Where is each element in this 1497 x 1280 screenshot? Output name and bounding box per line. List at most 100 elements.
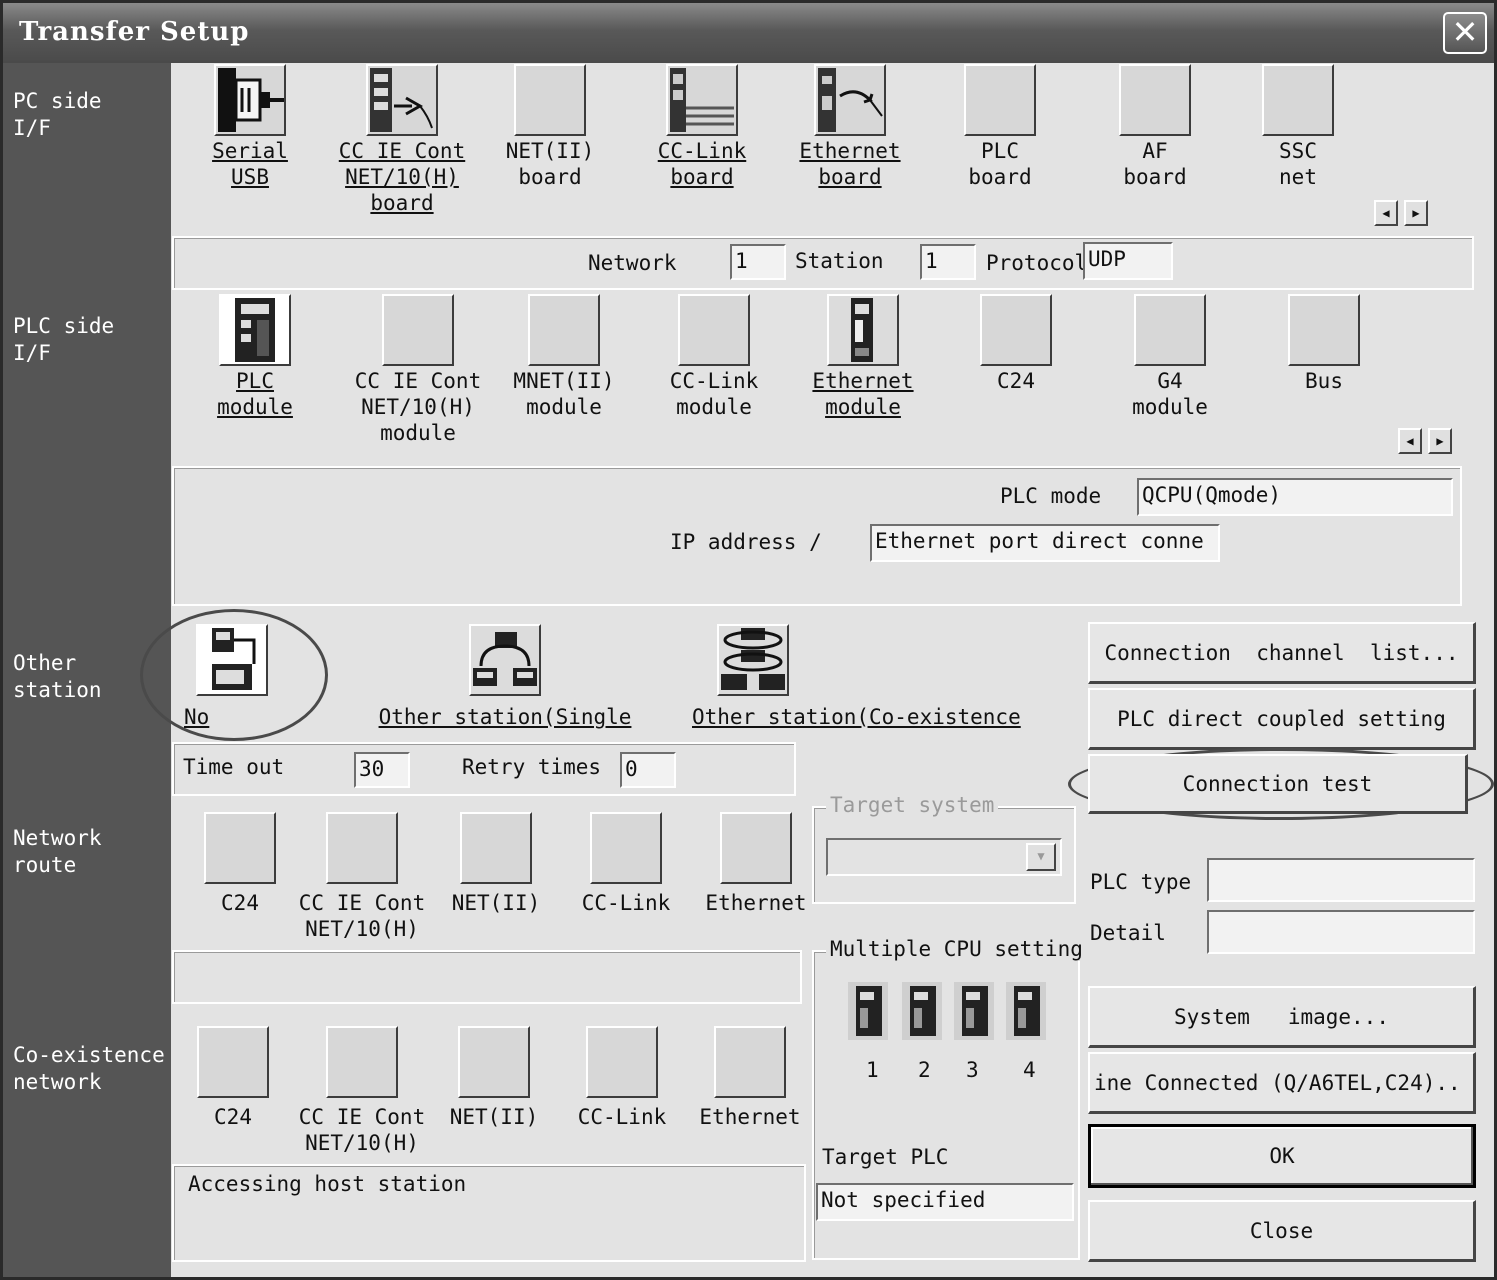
pc-item-label: CC-Link board	[657, 139, 747, 189]
coexistence-network-label: Co-existence network	[13, 1043, 165, 1094]
plc-side-label: PLC side I/F	[13, 314, 115, 365]
pc-side-ethernet-board[interactable]: Ethernet board	[790, 64, 910, 190]
pc-scroll-right-button[interactable]: ▶	[1404, 200, 1428, 226]
plc-item-label: G4 module	[1132, 369, 1208, 419]
blank-icon	[528, 294, 600, 366]
plc-side-cc-ie-module[interactable]: CC IE Cont NET/10(H) module	[348, 294, 488, 446]
station-label: Station	[795, 249, 884, 273]
other-station-option-label: No	[184, 705, 210, 729]
plc-side-c24[interactable]: C24	[968, 294, 1064, 394]
title-bar[interactable]: Transfer Setup ✕	[3, 3, 1494, 63]
other-station-option-label: Other station(Single	[378, 705, 632, 729]
cpu-2-icon[interactable]	[902, 982, 942, 1040]
pc-side-plc-board[interactable]: PLC board	[950, 64, 1050, 190]
other-station-no[interactable]: No	[180, 624, 280, 730]
coexistence-c24[interactable]: C24	[183, 1026, 283, 1130]
ip-address-label: IP address /	[670, 530, 822, 554]
protocol-field[interactable]: UDP	[1083, 242, 1173, 280]
system-image-button[interactable]: System image...	[1088, 986, 1476, 1048]
network-route-cc-link[interactable]: CC-Link	[574, 812, 678, 916]
target-system-dropdown-button[interactable]: ▼	[1026, 843, 1056, 871]
pc-item-label: Serial USB	[212, 139, 288, 189]
cc-ie-board-icon	[366, 64, 438, 136]
pc-scroll-left-button[interactable]: ◀	[1374, 200, 1398, 226]
cc-link-board-icon	[666, 64, 738, 136]
retry-times-field[interactable]: 0	[620, 752, 676, 788]
target-plc-field[interactable]: Not specified	[816, 1183, 1074, 1221]
cpu-3-icon[interactable]	[954, 982, 994, 1040]
plc-side-mnet-ii-module[interactable]: MNET(II) module	[508, 294, 620, 420]
coexistence-ethernet[interactable]: Ethernet	[694, 1026, 806, 1130]
pc-item-label: AF board	[1123, 139, 1187, 189]
ip-address-field[interactable]: Ethernet port direct conne	[870, 524, 1220, 562]
plc-side-cc-link-module[interactable]: CC-Link module	[658, 294, 770, 420]
plc-type-label: PLC type	[1090, 870, 1192, 894]
network-route-settings-panel	[172, 950, 802, 1004]
coexistence-cc-link[interactable]: CC-Link	[570, 1026, 674, 1130]
cpu-number-label: 2	[918, 1058, 931, 1082]
network-number-field[interactable]: 1	[730, 244, 786, 280]
plc-side-ethernet-module[interactable]: Ethernet module	[800, 294, 926, 420]
pc-side-label: PC side I/F	[13, 89, 102, 140]
cpu-1-icon[interactable]	[848, 982, 888, 1040]
detail-field[interactable]	[1207, 910, 1475, 954]
network-route-c24[interactable]: C24	[190, 812, 290, 916]
single-network-icon	[469, 624, 541, 696]
pc-side-serial-usb[interactable]: Serial USB	[200, 64, 300, 190]
network-route-label: CC-Link	[581, 891, 671, 915]
target-system-title: Target system	[826, 793, 999, 817]
network-route-ethernet[interactable]: Ethernet	[704, 812, 808, 916]
plc-type-field[interactable]	[1207, 858, 1475, 902]
pc-side-cc-link-board[interactable]: CC-Link board	[647, 64, 757, 190]
blank-icon	[1262, 64, 1334, 136]
plc-mode-label: PLC mode	[1000, 484, 1102, 508]
chevron-right-icon: ▶	[1436, 434, 1444, 448]
blank-icon	[590, 812, 662, 884]
plc-mode-field[interactable]: QCPU(Qmode)	[1137, 478, 1453, 516]
timeout-field[interactable]: 30	[354, 752, 410, 788]
pc-side-ssc-net[interactable]: SSC net	[1250, 64, 1346, 190]
blank-icon	[204, 812, 276, 884]
blank-icon	[1134, 294, 1206, 366]
plc-scroll-left-button[interactable]: ◀	[1398, 428, 1422, 454]
pc-side-af-board[interactable]: AF board	[1105, 64, 1205, 190]
close-window-button[interactable]: ✕	[1443, 12, 1487, 54]
line-connected-button[interactable]: ine Connected (Q/A6TEL,C24)..	[1088, 1052, 1476, 1114]
plc-item-label: C24	[997, 369, 1035, 393]
close-button[interactable]: Close	[1088, 1200, 1476, 1262]
plc-item-label: CC-Link module	[669, 369, 759, 419]
blank-icon	[586, 1026, 658, 1098]
blank-icon	[980, 294, 1052, 366]
pc-side-net-ii-board[interactable]: NET(II) board	[500, 64, 600, 190]
connection-test-button[interactable]: Connection test	[1088, 754, 1468, 814]
plc-side-plc-module[interactable]: PLC module	[205, 294, 305, 420]
plc-scroll-right-button[interactable]: ▶	[1428, 428, 1452, 454]
pc-item-label: NET(II) board	[505, 139, 595, 189]
plc-side-bus[interactable]: Bus	[1276, 294, 1372, 394]
pc-item-label: Ethernet board	[799, 139, 901, 189]
chevron-left-icon: ◀	[1406, 434, 1414, 448]
plc-side-g4-module[interactable]: G4 module	[1122, 294, 1218, 420]
plc-item-label: MNET(II) module	[513, 369, 615, 419]
plc-item-label: Ethernet module	[812, 369, 914, 419]
other-station-single[interactable]: Other station(Single	[365, 624, 645, 730]
station-number-field[interactable]: 1	[920, 244, 976, 280]
coexistence-cc-ie[interactable]: CC IE Cont NET/10(H)	[292, 1026, 432, 1156]
coexistence-net-ii[interactable]: NET(II)	[444, 1026, 544, 1130]
cpu-4-icon[interactable]	[1006, 982, 1046, 1040]
timeout-label: Time out	[183, 755, 285, 779]
network-route-label: NET(II)	[451, 891, 541, 915]
retry-times-label: Retry times	[462, 755, 602, 779]
blank-icon	[1288, 294, 1360, 366]
other-station-coexistence[interactable]: Other station(Co-existence	[692, 624, 1052, 730]
network-route-cc-ie[interactable]: CC IE Cont NET/10(H)	[292, 812, 432, 942]
blank-icon	[326, 1026, 398, 1098]
network-route-net-ii[interactable]: NET(II)	[446, 812, 546, 916]
connection-channel-list-button[interactable]: Connection channel list...	[1088, 622, 1476, 684]
ok-button[interactable]: OK	[1088, 1124, 1476, 1188]
serial-connector-icon	[214, 64, 286, 136]
pc-side-cc-ie-board[interactable]: CC IE Cont NET/10(H) board	[332, 64, 472, 216]
plc-direct-coupled-setting-button[interactable]: PLC direct coupled setting	[1088, 688, 1476, 750]
network-route-label: CC IE Cont NET/10(H)	[298, 891, 426, 941]
network-label: Network	[588, 251, 677, 275]
